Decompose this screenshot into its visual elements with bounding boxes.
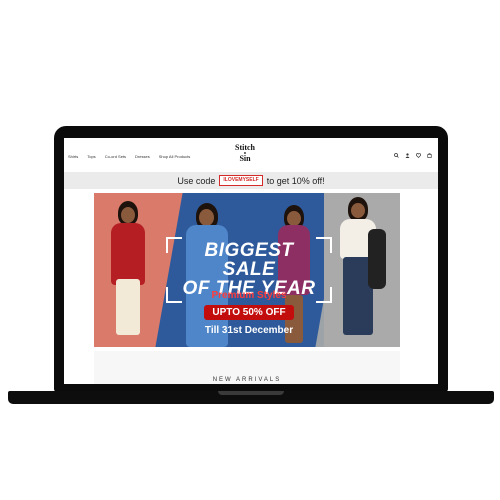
laptop-lid: Shirts Tops Co-ord Sets Dresses Shop All… (54, 126, 448, 392)
cart-icon[interactable] (427, 153, 432, 158)
banner-subheadline: Premium Styles (211, 290, 287, 301)
header-icons (394, 153, 432, 158)
headline-line-1: BIGGEST SALE (204, 240, 294, 280)
model-white-top (334, 195, 386, 345)
promo-suffix: to get 10% off! (266, 175, 325, 186)
nav-item-dresses[interactable]: Dresses (135, 154, 150, 159)
laptop-screen: Shirts Tops Co-ord Sets Dresses Shop All… (64, 138, 438, 384)
nav-item-tops[interactable]: Tops (87, 154, 95, 159)
hero-sale-banner[interactable]: BIGGEST SALE OF THE YEAR Premium Styles … (94, 193, 400, 347)
promo-prefix: Use code (177, 175, 216, 186)
main-nav: Shirts Tops Co-ord Sets Dresses Shop All… (68, 154, 190, 159)
model-red-dress (102, 199, 152, 347)
account-icon[interactable] (405, 153, 410, 158)
logo-line-3: Sin (239, 154, 251, 163)
wishlist-icon[interactable] (416, 153, 421, 158)
offer-badge: UPTO 50% OFF (204, 305, 294, 320)
nav-item-shirts[interactable]: Shirts (68, 154, 78, 159)
promo-code[interactable]: ILOVEMYSELF (219, 175, 263, 186)
section-title: NEW ARRIVALS (212, 377, 282, 383)
nav-item-shop-all[interactable]: Shop All Products (159, 154, 191, 159)
site-header: Shirts Tops Co-ord Sets Dresses Shop All… (64, 138, 438, 172)
search-icon[interactable] (394, 153, 399, 158)
offer-validity: Till 31st December (204, 325, 294, 336)
brand-logo[interactable]: Stitch n Sin (230, 144, 260, 163)
promo-announcement-bar: Use code ILOVEMYSELF to get 10% off! (64, 172, 438, 189)
nav-item-coord-sets[interactable]: Co-ord Sets (105, 154, 126, 159)
new-arrivals-section: NEW ARRIVALS (94, 351, 400, 384)
laptop-base-notch (218, 391, 284, 395)
